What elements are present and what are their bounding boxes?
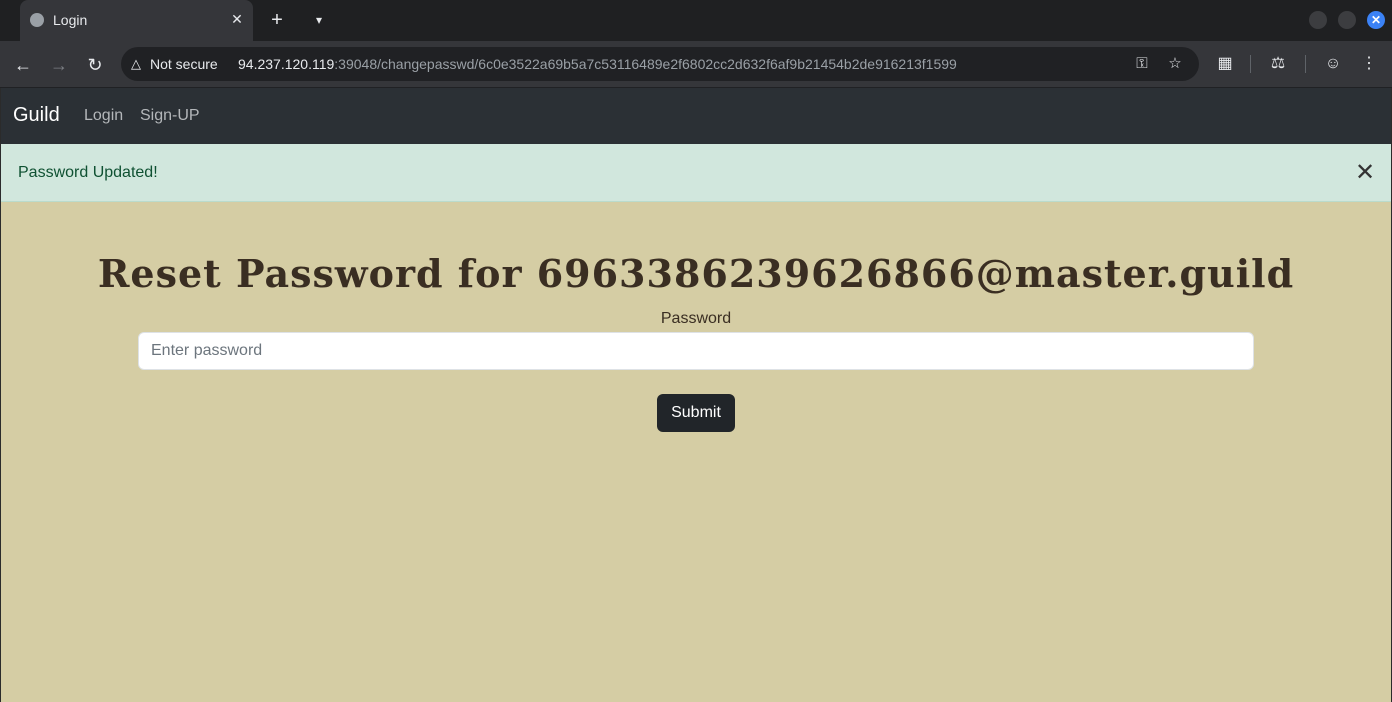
site-navbar: Guild Login Sign-UP <box>1 88 1391 144</box>
tab-title: Login <box>53 12 88 28</box>
tab-close-icon[interactable]: ✕ <box>228 9 246 29</box>
nav-link-login[interactable]: Login <box>84 107 123 125</box>
extensions-icon[interactable]: ▦ <box>1214 53 1236 75</box>
close-window-button[interactable]: ✕ <box>1367 11 1385 29</box>
menu-icon[interactable]: ⋮ <box>1358 53 1380 75</box>
nav-link-signup[interactable]: Sign-UP <box>140 107 200 125</box>
toolbar-divider <box>1305 55 1306 73</box>
tab-search-button[interactable]: ▾ <box>308 9 330 31</box>
alert-close-icon[interactable]: ✕ <box>1353 161 1377 185</box>
browser-tab-bar: Login ✕ + ▾ ✕ <box>0 0 1392 41</box>
labs-icon[interactable]: ⚖ <box>1267 53 1289 75</box>
password-label: Password <box>660 310 732 327</box>
key-icon[interactable]: ⚿ <box>1132 55 1152 73</box>
not-secure-label[interactable]: Not secure <box>150 56 218 72</box>
url-text[interactable]: 94.237.120.119:39048/changepasswd/6c0e35… <box>238 56 957 72</box>
browser-tab[interactable]: Login ✕ <box>20 0 253 41</box>
browser-toolbar: ← → ↻ △ Not secure 94.237.120.119:39048/… <box>0 41 1392 88</box>
page-content: Guild Login Sign-UP Password Updated! ✕ … <box>0 88 1392 702</box>
reload-icon[interactable]: ↻ <box>83 53 107 77</box>
submit-button[interactable]: Submit <box>657 394 735 432</box>
alert-message: Password Updated! <box>18 164 158 181</box>
toolbar-divider <box>1250 55 1251 73</box>
url-host: 94.237.120.119 <box>238 56 335 72</box>
password-input[interactable] <box>138 332 1254 370</box>
page-title: Reset Password for 6963386239626866@mast… <box>97 251 1295 296</box>
back-icon[interactable]: ← <box>11 53 35 77</box>
new-tab-button[interactable]: + <box>266 9 288 31</box>
forward-icon[interactable]: → <box>47 53 71 77</box>
brand-link[interactable]: Guild <box>13 104 60 127</box>
address-bar[interactable]: △ Not secure 94.237.120.119:39048/change… <box>121 47 1199 81</box>
star-icon[interactable]: ☆ <box>1165 55 1185 73</box>
warning-icon: △ <box>131 56 141 71</box>
success-alert: Password Updated! ✕ <box>1 144 1391 202</box>
globe-icon <box>30 13 44 27</box>
url-path: :39048/changepasswd/6c0e3522a69b5a7c5311… <box>334 56 957 72</box>
minimize-button[interactable] <box>1309 11 1327 29</box>
maximize-button[interactable] <box>1338 11 1356 29</box>
profile-icon[interactable]: ☺ <box>1322 53 1344 75</box>
